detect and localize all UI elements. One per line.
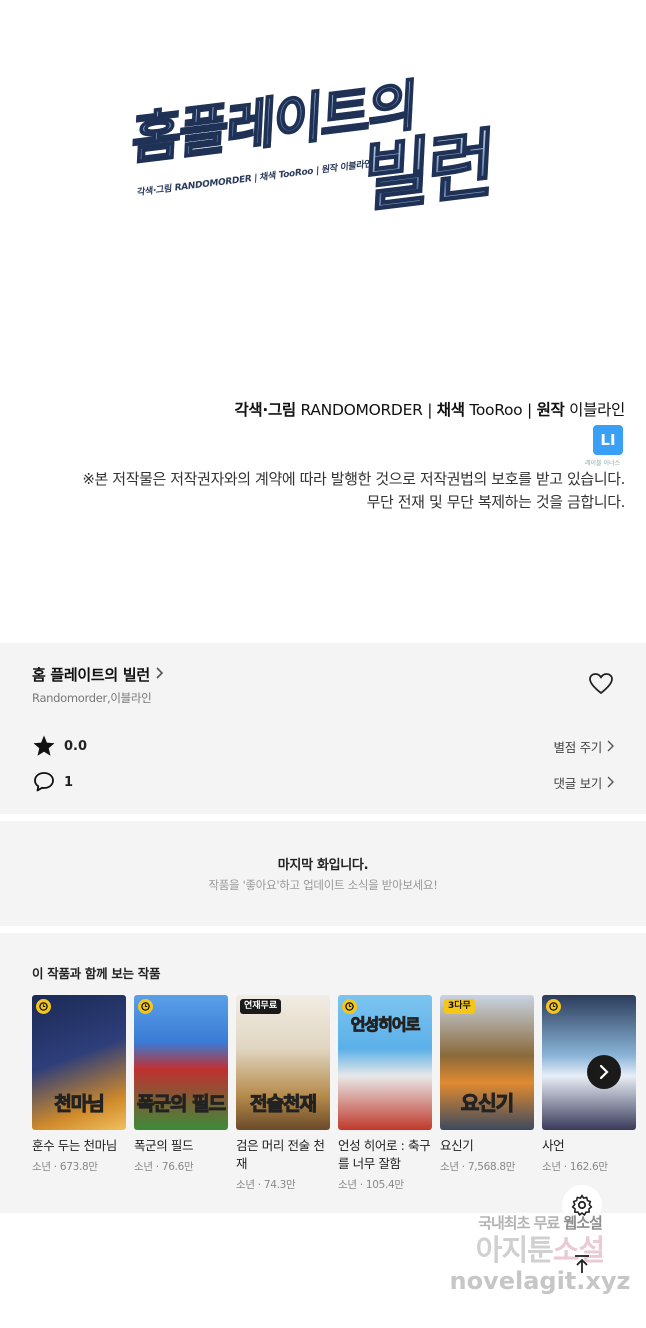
promo-badge: 3다무	[444, 999, 475, 1014]
watermark-line-1b: 웹소설	[563, 1214, 602, 1232]
credit-separator: |	[427, 401, 433, 419]
rating-value: 0.0	[64, 738, 88, 754]
last-episode-subtitle: 작품을 '좋아요'하고 업데이트 소식을 받아보세요!	[208, 878, 438, 892]
chevron-right-icon	[607, 740, 614, 752]
watermark-line-2a: 아지툰	[475, 1233, 554, 1267]
carousel-next-button[interactable]	[587, 1055, 621, 1089]
watermark-line-1a: 국내최초 무료	[478, 1214, 564, 1232]
card-title: 사언	[542, 1138, 565, 1153]
series-info-panel: 홈 플레이트의 빌런 Randomorder,이블라인 0.0 별점 주기 1 …	[0, 643, 646, 814]
recommendation-card[interactable]: 연재무료 전술천재 검은 머리 전술 천재 소년 · 74.3만	[236, 995, 330, 1192]
comment-row: 1 댓글 보기	[32, 770, 614, 794]
site-watermark: 국내최초 무료 웹소설 아지툰소설 novelagit.xyz	[445, 1212, 635, 1295]
series-title: 홈 플레이트의 빌런	[32, 666, 150, 684]
scroll-top-button[interactable]	[562, 1244, 602, 1284]
recommendation-card[interactable]: 폭군의 필드 폭군의 필드 소년 · 76.6만	[134, 995, 228, 1174]
credit-label-original: 원작	[536, 401, 565, 419]
card-title: 검은 머리 전술 천재	[236, 1138, 325, 1171]
recommendations-section: 이 작품과 함께 보는 작품 천마님 훈수 두는 천마님 소년 · 673.8만…	[0, 933, 646, 1213]
copyright-notice: ※본 저작물은 저작권자와의 계약에 따라 발행한 것으로 저작권법의 보호를 …	[82, 468, 625, 514]
credit-value-color: TooRoo	[469, 401, 523, 419]
cover-art-text: 언성히어로	[350, 1015, 421, 1035]
title-art-area: 홈플레이트의 빌런 각색·그림 RANDOMORDER | 채색 TooRoo …	[0, 0, 646, 643]
like-button[interactable]	[588, 672, 614, 696]
cover-art-text: 요신기	[460, 1091, 514, 1116]
recommendations-heading: 이 작품과 함께 보는 작품	[32, 966, 161, 981]
rating-row: 0.0 별점 주기	[32, 734, 614, 758]
chevron-right-icon	[599, 1064, 609, 1080]
view-comments-label: 댓글 보기	[553, 775, 603, 791]
logo-subtitle: 빌런	[360, 103, 496, 227]
credit-separator: |	[527, 401, 532, 419]
credit-label-color: 채색	[436, 401, 465, 419]
series-author: Randomorder,이블라인	[32, 691, 152, 705]
recommendation-card[interactable]: 언성히어로 언성 히어로 : 축구를 너무 잘함 소년 · 105.4만	[338, 995, 432, 1192]
notice-line: ※본 저작물은 저작권자와의 계약에 따라 발행한 것으로 저작권법의 보호를 …	[82, 470, 625, 488]
card-meta: 소년 · 76.6만	[134, 1161, 194, 1173]
notice-line: 무단 전재 및 무단 복제하는 것을 금합니다.	[366, 493, 626, 511]
view-comments-button[interactable]: 댓글 보기	[554, 773, 614, 792]
rate-button-label: 별점 주기	[553, 739, 603, 755]
credit-value-original: 이블라인	[569, 401, 625, 419]
card-title: 언성 히어로 : 축구를 너무 잘함	[338, 1138, 431, 1171]
cover-thumbnail: 폭군의 필드	[134, 995, 228, 1130]
credit-line: 각색·그림 RANDOMORDER | 채색 TooRoo | 원작 이블라인	[234, 398, 625, 420]
card-meta: 소년 · 7,568.8만	[440, 1161, 516, 1173]
label-logo: LI	[593, 425, 623, 455]
card-meta: 소년 · 673.8만	[32, 1161, 98, 1173]
credit-label-art: 각색·그림	[234, 401, 296, 419]
series-logo: 홈플레이트의 빌런 각색·그림 RANDOMORDER | 채색 TooRoo …	[116, 38, 534, 255]
last-episode-title: 마지막 화입니다.	[277, 858, 369, 873]
cover-art-text: 천마님	[54, 1093, 105, 1116]
chevron-right-icon	[607, 776, 614, 788]
watermark-line-3: novelagit.xyz	[449, 1267, 631, 1295]
card-title: 요신기	[440, 1138, 474, 1153]
star-icon	[33, 735, 55, 756]
free-badge: 연재무료	[240, 999, 282, 1014]
card-title: 훈수 두는 천마님	[32, 1138, 117, 1153]
cover-thumbnail: 연재무료 전술천재	[236, 995, 330, 1130]
cover-thumbnail: 천마님	[32, 995, 126, 1130]
rate-button[interactable]: 별점 주기	[554, 737, 614, 756]
card-meta: 소년 · 162.6만	[542, 1161, 608, 1173]
comment-icon	[34, 772, 54, 792]
clock-icon	[36, 999, 51, 1014]
card-meta: 소년 · 74.3만	[236, 1179, 296, 1191]
clock-icon	[546, 999, 561, 1014]
cover-thumbnail: 언성히어로	[338, 995, 432, 1130]
label-logo-caption: 레이블 이너스	[585, 460, 621, 467]
last-episode-notice: 마지막 화입니다. 작품을 '좋아요'하고 업데이트 소식을 받아보세요!	[0, 821, 646, 926]
recommendation-card[interactable]: 천마님 훈수 두는 천마님 소년 · 673.8만	[32, 995, 126, 1174]
heart-icon	[589, 673, 613, 694]
chevron-right-icon	[154, 666, 164, 683]
clock-icon	[138, 999, 153, 1014]
cover-art-text: 폭군의 필드	[136, 1093, 226, 1116]
credit-value-art: RANDOMORDER	[300, 401, 423, 419]
card-meta: 소년 · 105.4만	[338, 1179, 404, 1191]
cover-thumbnail: 3다무 요신기	[440, 995, 534, 1130]
recommendation-card[interactable]: 사언 소년 · 162.6만	[542, 995, 636, 1174]
cover-art-text: 전술천재	[250, 1093, 318, 1116]
recommendation-card[interactable]: 3다무 요신기 요신기 소년 · 7,568.8만	[440, 995, 534, 1174]
series-title-link[interactable]: 홈 플레이트의 빌런	[32, 664, 164, 685]
card-title: 폭군의 필드	[134, 1138, 194, 1153]
arrow-up-icon	[575, 1255, 589, 1273]
comment-count: 1	[64, 774, 74, 790]
